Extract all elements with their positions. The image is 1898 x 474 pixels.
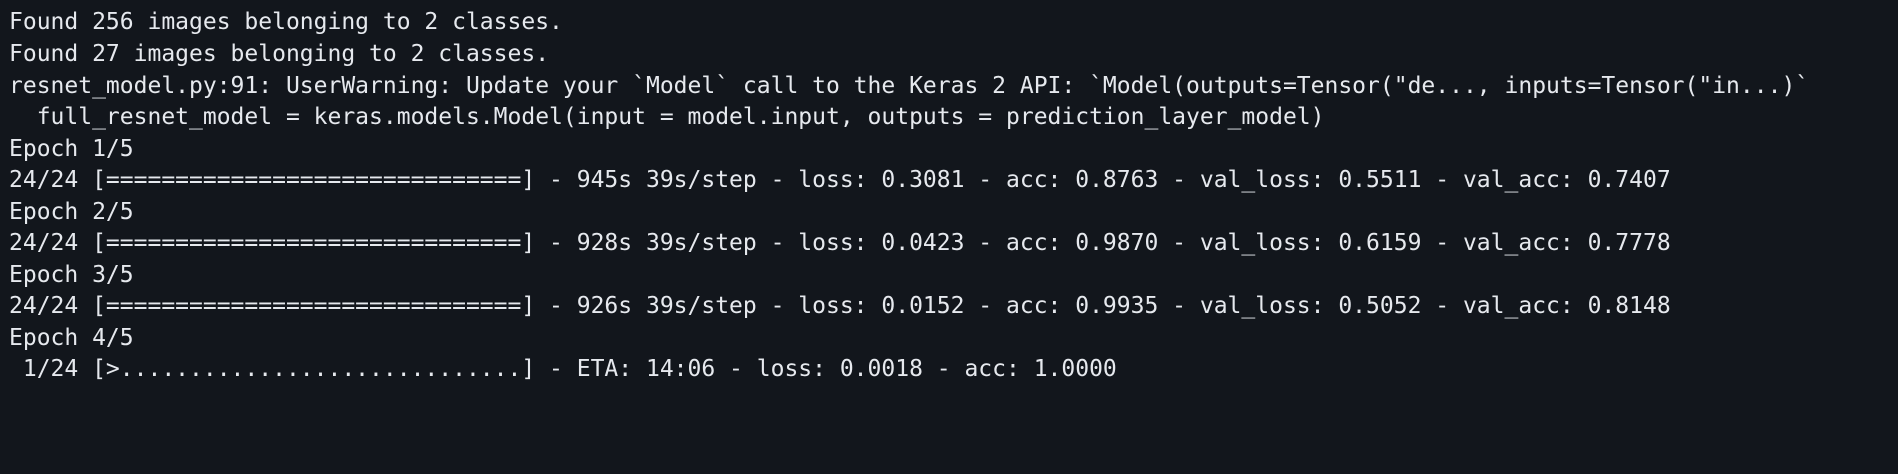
terminal-line-epoch-1-progress: 24/24 [==============================] -…	[9, 167, 1671, 193]
terminal-line-user-warning: resnet_model.py:91: UserWarning: Update …	[9, 73, 1810, 99]
terminal-line-found-train: Found 256 images belonging to 2 classes.	[9, 9, 563, 35]
terminal-line-warning-source: full_resnet_model = keras.models.Model(i…	[9, 104, 1325, 130]
terminal-line-epoch-3-progress: 24/24 [==============================] -…	[9, 293, 1671, 319]
terminal-line-epoch-3: Epoch 3/5	[9, 262, 134, 288]
terminal-line-epoch-1: Epoch 1/5	[9, 136, 134, 162]
terminal-line-epoch-2-progress: 24/24 [==============================] -…	[9, 230, 1671, 256]
terminal-line-epoch-4-progress: 1/24 [>.............................] - …	[9, 356, 1117, 382]
terminal-line-found-val: Found 27 images belonging to 2 classes.	[9, 41, 550, 67]
terminal-output[interactable]: Found 256 images belonging to 2 classes.…	[0, 0, 1898, 474]
terminal-line-epoch-4: Epoch 4/5	[9, 325, 134, 351]
terminal-line-epoch-2: Epoch 2/5	[9, 199, 134, 225]
